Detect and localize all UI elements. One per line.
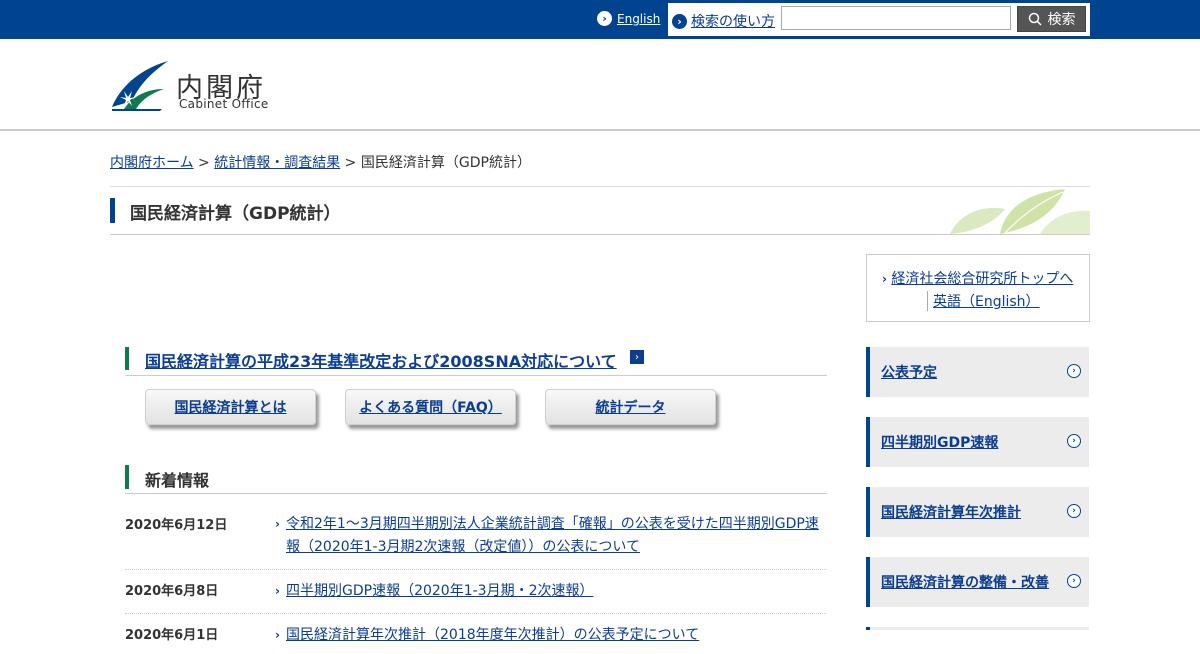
chevron-right-icon: ›: [275, 628, 280, 642]
benchmark-revision-heading: 国民経済計算の平成23年基準改定および2008SNA対応について ›: [125, 347, 827, 376]
cabinet-office-logo[interactable]: [110, 61, 172, 111]
nav-improvement[interactable]: 国民経済計算の整備・改善 ›: [866, 557, 1089, 607]
english-site-link-wrap[interactable]: 英語（English）: [927, 291, 1040, 311]
what-is-sna-button[interactable]: 国民経済計算とは: [145, 389, 316, 425]
what-is-sna-link[interactable]: 国民経済計算とは: [175, 397, 287, 417]
institute-top-link[interactable]: 経済社会総合研究所トップへ: [891, 271, 1073, 287]
title-accent: [110, 198, 115, 223]
site-header: 内閣府 Cabinet Office: [0, 39, 1200, 131]
institute-top-link-wrap[interactable]: › 経済社会総合研究所トップへ: [882, 268, 1073, 288]
benchmark-revision-link[interactable]: 国民経済計算の平成23年基準改定および2008SNA対応について: [145, 348, 617, 372]
news-entry: › 国民経済計算年次推計（2018年度年次推計）の公表予定について: [275, 624, 820, 647]
breadcrumb-home[interactable]: 内閣府ホーム: [110, 155, 194, 171]
institute-links-box: › 経済社会総合研究所トップへ 英語（English）: [866, 254, 1090, 322]
search-help-link[interactable]: 検索の使い方: [691, 11, 775, 31]
news-date: 2020年6月1日: [125, 628, 219, 643]
nav-annual-estimates-link[interactable]: 国民経済計算年次推計: [881, 502, 1021, 522]
statistics-data-button[interactable]: 統計データ: [545, 389, 716, 425]
heading-accent: [125, 347, 129, 370]
news-link[interactable]: 四半期別GDP速報（2020年1-3月期・2次速報）: [286, 580, 820, 603]
chevron-right-icon: ›: [275, 517, 280, 531]
top-bar: › English › 検索の使い方 検索: [0, 0, 1200, 39]
chevron-right-icon: ›: [597, 11, 612, 26]
breadcrumb-stats[interactable]: 統計情報・調査結果: [214, 155, 340, 171]
english-link-wrap[interactable]: › English: [597, 11, 660, 26]
search-icon: [1028, 12, 1042, 26]
breadcrumb-separator: >: [340, 155, 361, 171]
search-button-label: 検索: [1047, 12, 1076, 28]
news-entry: › 四半期別GDP速報（2020年1-3月期・2次速報）: [275, 580, 820, 603]
breadcrumb: 内閣府ホーム > 統計情報・調査結果 > 国民経済計算（GDP統計）: [110, 152, 531, 172]
logo-title-en: Cabinet Office: [179, 97, 269, 111]
chevron-right-icon: ›: [275, 584, 280, 598]
search-help-link-wrap[interactable]: › 検索の使い方: [672, 11, 775, 31]
page-title-bar: 国民経済計算（GDP統計）: [110, 186, 1090, 235]
news-heading-bar: 新着情報: [125, 465, 827, 494]
faq-link[interactable]: よくある質問（FAQ）: [359, 397, 502, 417]
chevron-right-icon: ›: [1067, 434, 1081, 448]
breadcrumb-separator: >: [193, 155, 215, 171]
nav-release-schedule[interactable]: 公表予定 ›: [866, 347, 1089, 397]
news-link[interactable]: 国民経済計算年次推計（2018年度年次推計）の公表予定について: [286, 624, 820, 647]
news-link[interactable]: 令和2年1～3月期四半期別法人企業統計調査「確報」の公表を受けた四半期別GDP速…: [286, 513, 820, 559]
nav-improvement-link[interactable]: 国民経済計算の整備・改善: [881, 572, 1049, 592]
english-site-link[interactable]: 英語（English）: [933, 294, 1040, 310]
chevron-right-icon: ›: [882, 272, 887, 286]
chevron-right-icon: ›: [1067, 364, 1081, 378]
nav-quarterly-gdp[interactable]: 四半期別GDP速報 ›: [866, 417, 1089, 467]
news-date: 2020年6月12日: [125, 518, 228, 533]
nav-release-schedule-link[interactable]: 公表予定: [881, 362, 937, 382]
search-input[interactable]: [781, 6, 1011, 30]
news-item: 2020年6月8日 › 四半期別GDP速報（2020年1-3月期・2次速報）: [125, 580, 827, 614]
heading-accent: [125, 465, 129, 489]
arrow-right-icon: ›: [630, 350, 644, 364]
chevron-right-icon: ›: [1067, 574, 1081, 588]
breadcrumb-current: 国民経済計算（GDP統計）: [360, 155, 531, 171]
chevron-right-icon: ›: [672, 13, 687, 29]
statistics-data-link[interactable]: 統計データ: [596, 397, 666, 417]
chevron-right-icon: ›: [1067, 504, 1081, 518]
english-link[interactable]: English: [617, 12, 660, 26]
faq-button[interactable]: よくある質問（FAQ）: [345, 389, 516, 425]
page-title: 国民経済計算（GDP統計）: [130, 204, 341, 224]
nav-quarterly-gdp-link[interactable]: 四半期別GDP速報: [881, 432, 998, 452]
news-item: 2020年6月1日 › 国民経済計算年次推計（2018年度年次推計）の公表予定に…: [125, 624, 827, 654]
news-date: 2020年6月8日: [125, 584, 219, 599]
search-box: › 検索の使い方 検索: [668, 3, 1090, 36]
search-button[interactable]: 検索: [1017, 6, 1086, 32]
news-item: 2020年6月12日 › 令和2年1～3月期四半期別法人企業統計調査「確報」の公…: [125, 514, 827, 570]
news-heading: 新着情報: [145, 471, 210, 490]
news-entry: › 令和2年1～3月期四半期別法人企業統計調査「確報」の公表を受けた四半期別GD…: [275, 513, 820, 559]
leaves-decoration-icon: [950, 189, 1090, 234]
nav-annual-estimates[interactable]: 国民経済計算年次推計 ›: [866, 487, 1089, 537]
